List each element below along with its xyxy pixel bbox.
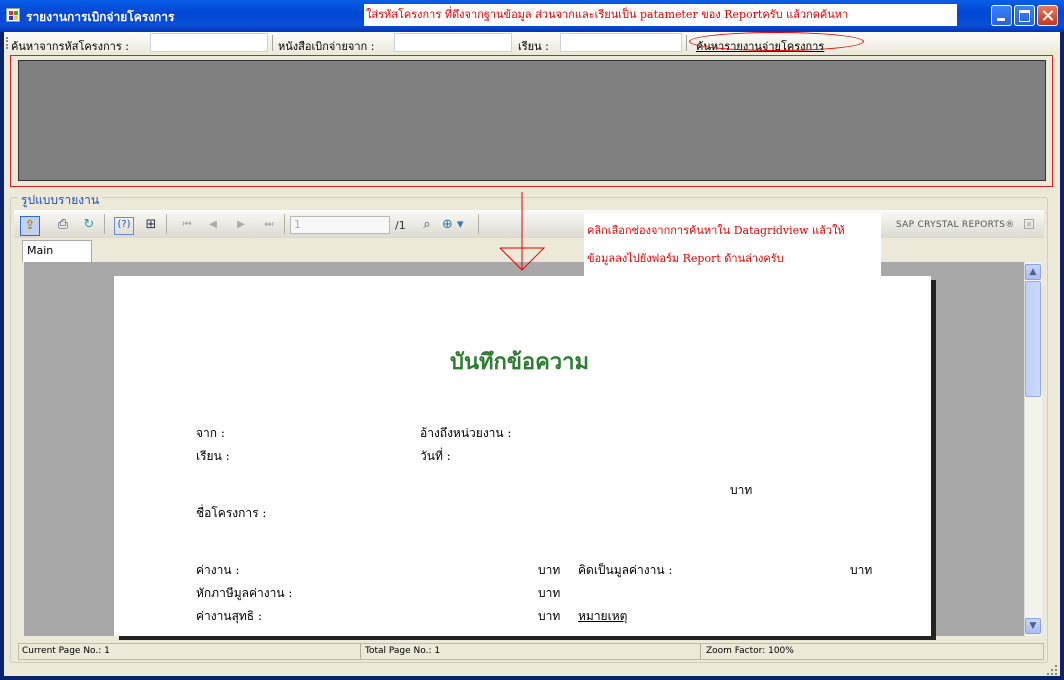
export-icon[interactable]: ⇪ bbox=[20, 216, 40, 236]
report-to-label: เรียน : bbox=[196, 449, 230, 463]
to-input[interactable] bbox=[560, 33, 682, 52]
data-grid-view[interactable] bbox=[18, 60, 1046, 181]
annotation-line: ข้อมูลลงไปยังฟอร์ม Report ด้านล่างครับ bbox=[587, 252, 784, 265]
first-page-icon[interactable]: ⏮ bbox=[178, 216, 196, 234]
status-bar bbox=[18, 643, 1044, 660]
report-baht-label: บาท bbox=[850, 563, 873, 577]
next-page-icon[interactable]: ▶ bbox=[232, 216, 250, 234]
viewer-separator bbox=[284, 214, 285, 234]
scroll-thumb[interactable] bbox=[1025, 281, 1041, 397]
report-calc-label: คิดเป็นมูลค่างาน : bbox=[578, 563, 673, 577]
status-separator bbox=[360, 644, 361, 659]
report-vat-label: หักภาษีมูลค่างาน : bbox=[196, 586, 293, 600]
resize-grip-icon[interactable] bbox=[1046, 664, 1058, 676]
zoom-icon[interactable]: ⊕ ▾ bbox=[442, 216, 476, 234]
scroll-up-icon[interactable]: ▲ bbox=[1025, 264, 1041, 280]
report-work-cost-label: ค่างาน : bbox=[196, 563, 240, 577]
prev-page-icon[interactable]: ◀ bbox=[204, 216, 222, 234]
annotation-note-top: ใส่รหัสโครงการ ที่ดึงจากฐานข้อมูล ส่วนจา… bbox=[364, 4, 957, 26]
annotation-arrow-icon bbox=[499, 192, 546, 271]
current-page-status: Current Page No.: 1 bbox=[22, 646, 110, 656]
annotation-circle bbox=[689, 32, 864, 51]
find-icon[interactable]: ⌕ bbox=[418, 216, 436, 234]
report-net-label: ค่างานสุทธิ : bbox=[196, 609, 262, 623]
letter-from-label: หนังสือเบิกจ่ายจาก : bbox=[278, 40, 375, 53]
last-page-icon[interactable]: ⏭ bbox=[260, 216, 278, 234]
viewer-separator bbox=[166, 214, 167, 234]
report-group-label: รูปแบบรายงาน bbox=[18, 191, 103, 210]
tab-main-report[interactable]: Main Report bbox=[22, 240, 92, 277]
report-from-label: จาก : bbox=[196, 426, 225, 440]
toolbar-separator bbox=[272, 35, 273, 51]
annotation-line: คลิกเลือกช่องจากการค้นหาใน Datagridview … bbox=[587, 224, 845, 237]
report-date-label: วันที่ : bbox=[420, 449, 451, 463]
report-title: บันทึกข้อความ bbox=[450, 350, 590, 375]
zoom-status: Zoom Factor: 100% bbox=[706, 646, 794, 656]
group-tree-icon[interactable]: ⊞ bbox=[142, 216, 160, 234]
window-title: รายงานการเบิกจ่ายโครงการ bbox=[26, 10, 175, 24]
sap-brand-label: SAP CRYSTAL REPORTS® bbox=[896, 220, 1015, 230]
close-icon[interactable]: ✕ bbox=[1024, 219, 1034, 229]
print-icon[interactable]: ⎙ bbox=[54, 216, 72, 234]
report-project-name-label: ชื่อโครงการ : bbox=[196, 506, 267, 520]
help-icon[interactable]: (?) bbox=[114, 217, 134, 235]
letter-from-input[interactable] bbox=[394, 33, 512, 52]
total-page-status: Total Page No.: 1 bbox=[365, 646, 441, 656]
report-baht-label: บาท bbox=[538, 586, 561, 600]
toolbar-grip-icon[interactable] bbox=[6, 37, 10, 49]
report-baht-label: บาท bbox=[730, 483, 753, 497]
report-page bbox=[114, 276, 931, 636]
toolbar-separator bbox=[686, 35, 687, 51]
page-number-input[interactable]: 1 bbox=[290, 216, 390, 234]
scroll-down-icon[interactable]: ▼ bbox=[1025, 618, 1041, 634]
status-separator bbox=[700, 644, 701, 659]
maximize-button[interactable] bbox=[1014, 5, 1035, 26]
project-code-input[interactable] bbox=[150, 33, 268, 52]
viewer-separator bbox=[478, 214, 479, 234]
viewer-separator bbox=[104, 214, 105, 234]
project-code-label: ค้นหาจากรหัสโครงการ : bbox=[11, 40, 129, 53]
annotation-note-middle: คลิกเลือกช่องจากการค้นหาใน Datagridview … bbox=[584, 213, 881, 277]
app-icon bbox=[6, 8, 20, 22]
to-label: เรียน : bbox=[518, 40, 549, 53]
report-baht-label: บาท bbox=[538, 563, 561, 577]
report-ref-label: อ้างถึงหน่วยงาน : bbox=[420, 426, 512, 440]
report-remark-label: หมายเหตุ bbox=[578, 609, 628, 623]
refresh-icon[interactable]: ↻ bbox=[80, 216, 98, 234]
report-baht-label: บาท bbox=[538, 609, 561, 623]
minimize-button[interactable] bbox=[991, 5, 1012, 26]
close-button[interactable] bbox=[1037, 5, 1058, 26]
page-total-label: /1 bbox=[395, 219, 406, 232]
